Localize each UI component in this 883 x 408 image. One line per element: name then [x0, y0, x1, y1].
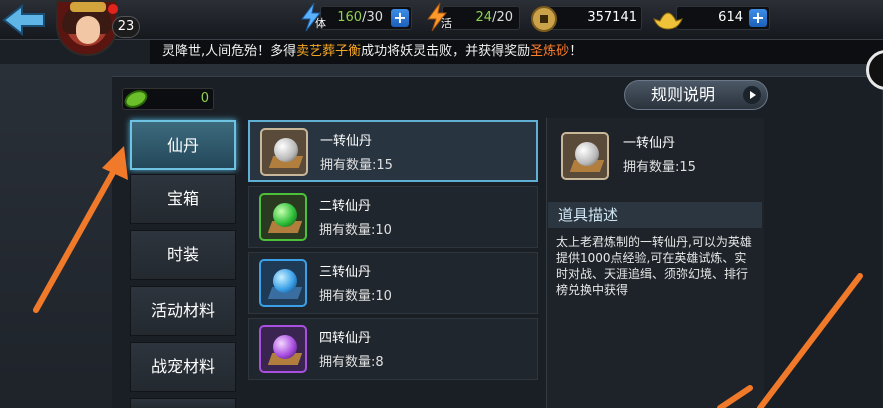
stamina-max: /30 — [362, 10, 383, 25]
vitality-bolt-icon: 活 — [422, 1, 452, 33]
ingots-value: 614 — [718, 10, 743, 25]
list-item[interactable]: 三转仙丹 拥有数量:10 — [248, 252, 538, 314]
list-item[interactable]: 一转仙丹 拥有数量:15 — [248, 120, 538, 182]
stamina-bolt-icon: 体 — [296, 1, 326, 33]
pill-3-icon — [259, 259, 307, 307]
vitality-value: 24 — [475, 10, 493, 25]
stamina-value: 160 — [337, 10, 363, 25]
item-qty: 拥有数量:15 — [320, 158, 393, 173]
rules-button[interactable]: 规则说明 — [624, 80, 768, 110]
notice-middle: 成功将妖灵击败，并获得奖励 — [361, 44, 531, 59]
detail-pill-icon — [561, 132, 609, 180]
jade-icon — [122, 86, 150, 112]
vitality-max: /20 — [492, 10, 513, 25]
item-qty: 拥有数量:10 — [319, 289, 392, 304]
item-list: 一转仙丹 拥有数量:15 二转仙丹 拥有数量:10 三转仙丹 拥有数量:10 四… — [248, 118, 540, 408]
pill-1-icon — [260, 128, 308, 176]
detail-item-qty: 拥有数量:15 — [623, 160, 696, 175]
tab-pill[interactable]: 仙丹 — [130, 120, 236, 170]
stamina-stat: 160/30 + — [320, 6, 412, 30]
pill-4-icon — [259, 325, 307, 373]
back-arrow-icon — [2, 3, 45, 37]
announcement-bar: 灵降世,人间危殆！多得卖艺葬子衡成功将妖灵击败，并获得奖励圣炼砂！ — [150, 40, 883, 64]
tab-pet-materials[interactable]: 战宠材料 — [130, 342, 236, 392]
description-title: 道具描述 — [548, 202, 762, 228]
vitality-label: 活 — [441, 17, 452, 30]
notice-prefix: 灵降世,人间危殆！多得 — [162, 44, 297, 59]
player-level: 23 — [112, 16, 140, 38]
rules-button-label: 规则说明 — [651, 85, 716, 104]
stamina-label: 体 — [315, 17, 326, 30]
tab-event-materials[interactable]: 活动材料 — [130, 286, 236, 336]
ingot-icon — [652, 5, 683, 37]
item-description: 太上老君炼制的一转仙丹,可以为英雄提供1000点经验,可在英雄试炼、实时对战、天… — [556, 235, 752, 297]
list-item[interactable]: 四转仙丹 拥有数量:8 — [248, 318, 538, 380]
list-item[interactable]: 二转仙丹 拥有数量:10 — [248, 186, 538, 248]
ingots-add-button[interactable]: + — [749, 9, 767, 27]
vitality-stat: 24/20 — [442, 6, 520, 30]
coin-icon — [530, 5, 560, 37]
notice-player-name: 卖艺葬子衡 — [296, 44, 362, 59]
back-button[interactable] — [0, 2, 48, 38]
tab-fashion[interactable]: 时装 — [130, 230, 236, 280]
item-qty: 拥有数量:8 — [319, 355, 384, 370]
coins-value: 357141 — [587, 10, 637, 25]
coins-stat: 357141 — [548, 6, 642, 30]
tab-chest[interactable]: 宝箱 — [130, 174, 236, 224]
tab-more[interactable] — [130, 398, 236, 408]
play-icon — [743, 86, 761, 104]
detail-item-name: 一转仙丹 — [623, 136, 676, 151]
notice-reward: 圣炼砂 — [530, 44, 570, 59]
item-name: 二转仙丹 — [319, 199, 372, 214]
notification-dot — [108, 4, 118, 14]
item-name: 三转仙丹 — [319, 265, 372, 280]
pill-2-icon — [259, 193, 307, 241]
item-qty: 拥有数量:10 — [319, 223, 392, 238]
item-name: 四转仙丹 — [319, 331, 372, 346]
ingots-stat: 614 + — [676, 6, 770, 30]
notice-suffix: ！ — [569, 44, 583, 59]
item-name: 一转仙丹 — [320, 134, 373, 149]
stamina-add-button[interactable]: + — [391, 9, 409, 27]
